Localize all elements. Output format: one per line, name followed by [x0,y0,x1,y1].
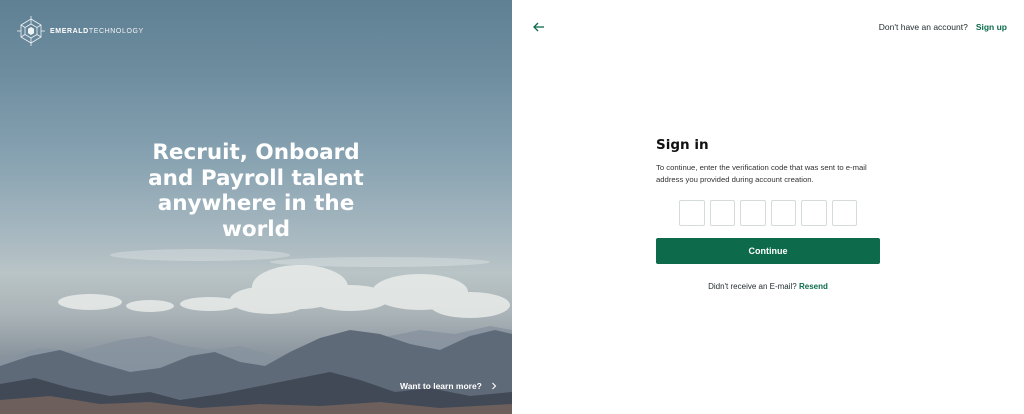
page-title: Sign in [656,137,709,153]
resend-prompt-text: Didn't receive an E-mail? [708,282,797,291]
brand-logo[interactable]: EMERALDTECHNOLOGY [16,16,144,46]
arrow-left-icon[interactable] [532,20,546,34]
learn-more-label: Want to learn more? [400,381,482,391]
code-digit-2[interactable] [709,200,735,226]
no-account-text: Don't have an account? [878,22,968,32]
hero-panel: EMERALDTECHNOLOGY Recruit, Onboard and P… [0,0,512,414]
resend-link[interactable]: Resend [799,282,828,291]
continue-button[interactable]: Continue [656,238,880,264]
code-digit-5[interactable] [801,200,827,226]
sign-in-panel: Don't have an account? Sign up Sign in T… [512,0,1024,414]
verification-description: To continue, enter the verification code… [656,163,867,184]
code-digit-6[interactable] [831,200,857,226]
signup-link[interactable]: Sign up [976,22,1007,32]
resend-prompt: Didn't receive an E-mail? Resend [656,282,880,291]
verification-code-group [679,200,857,226]
code-digit-4[interactable] [770,200,796,226]
hexagon-logo-icon [17,16,45,46]
learn-more-link[interactable]: Want to learn more? [400,381,498,391]
brand-wordmark: EMERALDTECHNOLOGY [50,28,144,35]
chevron-right-icon [491,382,497,390]
hero-headline: Recruit, Onboard and Payroll talent anyw… [148,140,364,242]
brand-name-bold: EMERALD [50,27,89,35]
code-digit-1[interactable] [679,200,705,226]
brand-name-light: TECHNOLOGY [88,27,144,35]
signup-prompt: Don't have an account? Sign up [879,22,1007,32]
code-digit-3[interactable] [740,200,766,226]
